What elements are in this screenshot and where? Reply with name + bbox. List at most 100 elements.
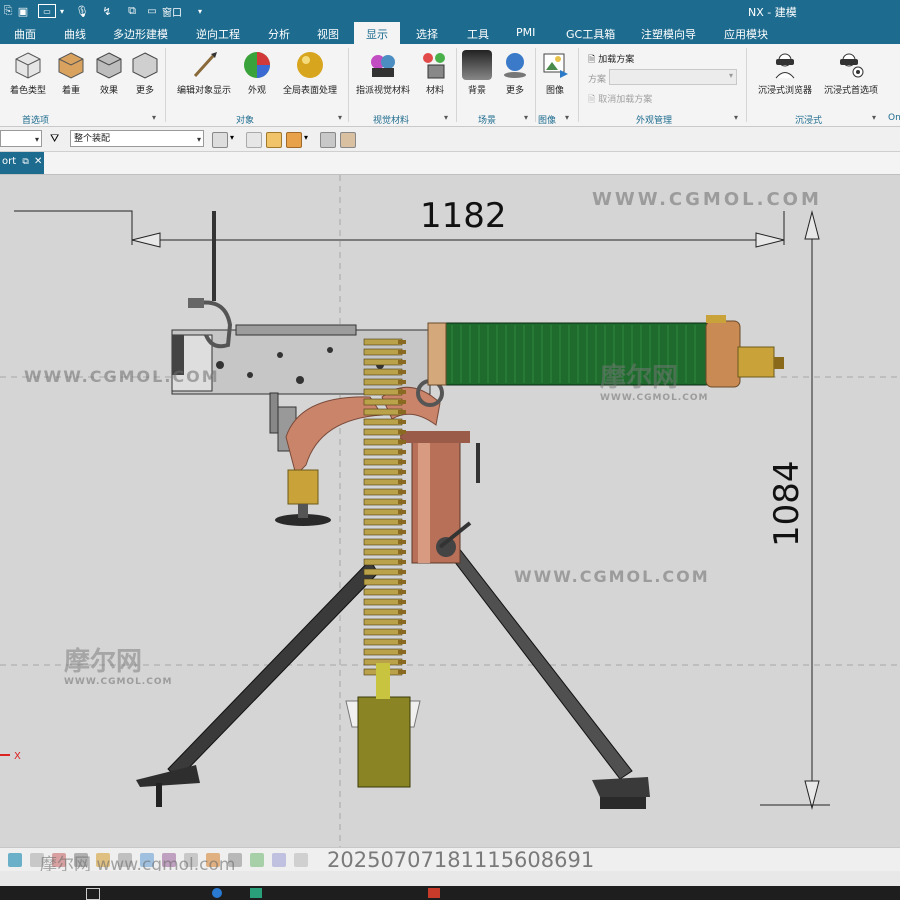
render-icon[interactable] [272,853,286,867]
cartridge-tip [398,670,406,674]
cartridge-tip [398,580,406,584]
global-surface-button[interactable]: 全局表面处理 [280,50,340,96]
tab-tools[interactable]: 工具 [467,26,489,42]
scene-group-dropdown-icon[interactable]: ▾ [524,113,528,122]
cartridge-tip [398,490,406,494]
face-rule-dropdown-icon[interactable]: ▾ [304,133,308,142]
tab-curve[interactable]: 曲线 [64,26,86,42]
cartridge-tip [398,430,406,434]
assign-visual-material-button[interactable]: 指派视觉材料 [353,50,413,96]
immersive-browser-label: 沉浸式浏览器 [757,86,812,96]
window-menu[interactable]: 窗口 [160,3,184,19]
graphics-viewport[interactable]: 1182 1084 X WWW.CGMOL.COM WWW.CGMOL.COM … [0,175,900,847]
tab-view[interactable]: 视图 [317,26,339,42]
ribbon-divider [578,48,579,122]
microphone-icon[interactable]: 🎙 [75,3,89,19]
cartridge [363,578,403,586]
prefs-more-button[interactable]: 更多 [130,50,160,96]
cartridge-tip [398,390,406,394]
window-menu-dropdown-icon[interactable]: ▾ [196,3,204,19]
background-button[interactable]: 背景 [462,50,492,96]
emphasis-button[interactable]: 着重 [56,50,86,96]
cancel-load-scheme-button[interactable]: 🗎 取消加载方案 [588,92,652,108]
browser-icon[interactable] [212,888,222,898]
select-face-icon[interactable] [286,132,302,148]
scene-more-button[interactable]: 更多 [500,50,530,96]
filter-icon[interactable]: ⛛ [50,132,59,146]
immersive-browser-button[interactable]: 沉浸式浏览器 [754,50,816,96]
elevation-handwheel [275,469,331,526]
cartridge [363,628,403,636]
sketch-icon[interactable] [8,853,22,867]
visual-material-dropdown-icon[interactable]: ▾ [444,113,448,122]
cartridge-tip [398,520,406,524]
tab-pin-icon[interactable]: ⧉ [22,157,28,167]
load-scheme-button[interactable]: 🗎 加载方案 [588,52,634,68]
tab-selection[interactable]: 选择 [416,26,438,42]
tab-polygon-modeling[interactable]: 多边形建模 [113,26,168,42]
app-icon[interactable] [250,888,262,898]
view-orient-icon[interactable] [340,132,356,148]
tab-analysis[interactable]: 分析 [268,26,290,42]
cartridge-tip [398,480,406,484]
tab-reverse-engineering[interactable]: 逆向工程 [196,26,240,42]
chevron-down-icon: ▾ [34,135,39,144]
shading-type-button[interactable]: 着色类型 [8,50,48,96]
display-icon[interactable] [250,853,264,867]
window-icon[interactable]: ▭ [146,3,158,19]
emphasis-cube-icon [56,50,86,80]
image-group-dropdown-icon[interactable]: ▾ [565,113,569,122]
appearance-group-dropdown-icon[interactable]: ▾ [734,113,738,122]
close-icon[interactable]: ✕ [34,156,42,167]
new-window-icon[interactable]: ▭ [38,4,56,18]
view-cube-icon[interactable] [320,132,336,148]
cartridge [363,588,403,596]
cartridge [363,368,403,376]
snap-point-icon[interactable] [246,132,262,148]
width-dimension [14,210,785,248]
cartridge-tip [398,440,406,444]
tab-surface[interactable]: 曲面 [14,26,36,42]
tab-applications[interactable]: 应用模块 [724,26,768,42]
tab-pmi[interactable]: PMI [516,26,535,39]
select-feature-icon[interactable] [266,132,282,148]
tab-mold-wizard[interactable]: 注塑模向导 [641,26,696,42]
dropdown-icon[interactable]: ▾ [58,3,66,19]
assembly-scope-select[interactable]: 整个装配 ▾ [70,130,204,147]
color-wheel-icon [242,50,272,80]
copy-window-icon[interactable]: ⧉ [124,3,140,19]
more-group-label: On [888,113,900,123]
scheme-select[interactable]: ▾ [609,69,737,85]
task-view-icon[interactable] [86,888,100,900]
quick-access-icon[interactable]: ⎘ [2,3,14,19]
watermark-url: WWW.CGMOL.COM [24,367,220,386]
edit-object-display-label: 编辑对象显示 [176,86,231,96]
cartridge-tip [398,600,406,604]
selection-mode-icon[interactable] [212,132,228,148]
image-export-icon [540,50,570,80]
material-button[interactable]: 材料 [420,50,450,96]
appearance-button[interactable]: 外观 [242,50,272,96]
edit-object-display-button[interactable]: 编辑对象显示 [174,50,234,96]
view-tab[interactable]: ort ⧉ ✕ [0,152,44,174]
menu-bar: 曲面 曲线 多边形建模 逆向工程 分析 视图 显示 选择 工具 PMI GC工具… [0,22,900,44]
cartridge [363,448,403,456]
tab-gc-toolbox[interactable]: GC工具箱 [566,26,615,42]
type-filter-select[interactable]: ▾ [0,130,42,147]
tab-display[interactable]: 显示 [354,22,400,44]
window-layout-icon[interactable]: ▣ [16,3,30,19]
cartridge [363,478,403,486]
background-gradient-icon [462,50,492,80]
image-button[interactable]: 图像 [540,50,570,96]
scene-group-label: 场景 [478,116,497,126]
cartridge-tip [398,500,406,504]
prefs-group-dropdown-icon[interactable]: ▾ [152,113,156,122]
object-group-dropdown-icon[interactable]: ▾ [338,113,342,122]
selection-mode-dropdown-icon[interactable]: ▾ [230,133,234,142]
snap-icon[interactable] [294,853,308,867]
effects-button[interactable]: 效果 [94,50,124,96]
hide-show-icon[interactable]: ↯ [98,3,116,19]
immersive-group-dropdown-icon[interactable]: ▾ [872,113,876,122]
immersive-prefs-button[interactable]: 沉浸式首选项 [820,50,882,96]
nx-app-icon[interactable] [428,888,440,898]
